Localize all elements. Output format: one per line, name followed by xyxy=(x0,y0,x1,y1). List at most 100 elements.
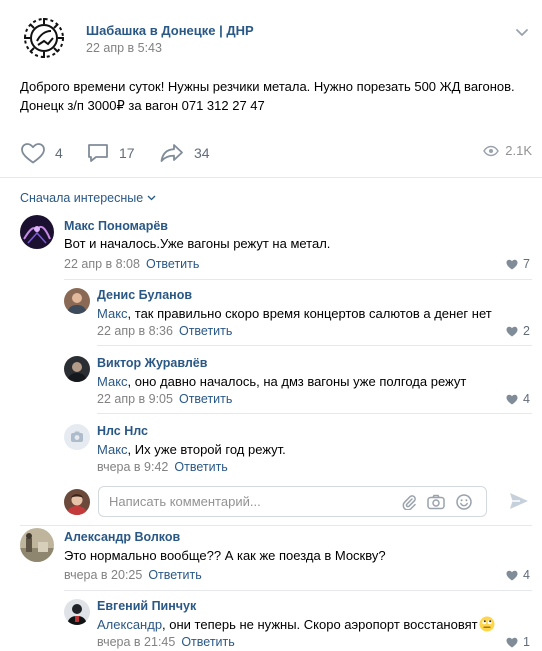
comment: Макс Пономарёв Вот и началось.Уже вагоны… xyxy=(20,215,532,275)
wall-post: Шабашка в Донецке | ДНР 22 апр в 5:43 До… xyxy=(0,0,542,651)
comment-like-count: 1 xyxy=(523,635,530,649)
avatar[interactable] xyxy=(64,424,90,450)
avatar xyxy=(64,489,90,515)
reply-comment: Денис Буланов Макс, так правильно скоро … xyxy=(64,285,532,341)
avatar[interactable] xyxy=(20,528,54,562)
comment-meta: 22 апр в 9:05 Ответить xyxy=(97,392,232,406)
reply-link[interactable]: Ответить xyxy=(174,460,227,474)
comment-text-body: , они теперь не нужны. Скоро аэропорт во… xyxy=(162,617,478,632)
comment-meta: вчера в 21:45 Ответить xyxy=(97,635,235,649)
comment-date[interactable]: 22 апр в 9:05 xyxy=(97,392,173,406)
comment-author[interactable]: Денис Буланов xyxy=(97,288,192,302)
reply-to-link[interactable]: Макс xyxy=(97,374,128,389)
divider xyxy=(0,177,542,178)
comment-author[interactable]: Макс Пономарёв xyxy=(64,219,168,233)
divider xyxy=(20,525,532,526)
comment-button[interactable]: 17 xyxy=(86,140,135,166)
reply-comment: Нлс Нлс Макс, Их уже второй год режут. в… xyxy=(64,421,532,477)
heart-icon xyxy=(506,259,518,269)
comment-date[interactable]: вчера в 21:45 xyxy=(97,635,175,649)
send-icon[interactable] xyxy=(508,490,530,515)
comment-like-button[interactable]: 2 xyxy=(506,324,530,338)
comment-like-count: 4 xyxy=(523,392,530,406)
comment: Александр Волков Это нормально вообще?? … xyxy=(20,528,532,588)
comment-icon xyxy=(88,144,108,162)
reply-to-link[interactable]: Макс xyxy=(97,306,128,321)
post-header: Шабашка в Донецке | ДНР 22 апр в 5:43 xyxy=(20,14,532,62)
comment-author[interactable]: Виктор Журавлёв xyxy=(97,356,207,370)
comment-text-body: , оно давно началось, на дмз вагоны уже … xyxy=(127,374,467,389)
group-name-link[interactable]: Шабашка в Донецке | ДНР xyxy=(86,23,254,38)
post-text-line: Доброго времени суток! Нужны резчики мет… xyxy=(20,79,515,94)
comment-sort-label: Сначала интересные xyxy=(20,191,144,205)
comment-text-body: , Их уже второй год режут. xyxy=(127,442,286,457)
reply-comment: Виктор Журавлёв Макс, оно давно началось… xyxy=(64,353,532,409)
reply-link[interactable]: Ответить xyxy=(179,324,232,338)
reply-to-link[interactable]: Александр xyxy=(97,617,162,632)
comment-text-body: , так правильно скоро время концертов са… xyxy=(127,306,492,321)
reply-link[interactable]: Ответить xyxy=(179,392,232,406)
group-avatar[interactable] xyxy=(20,14,68,62)
avatar[interactable] xyxy=(20,215,54,249)
comment-date[interactable]: 22 апр в 8:08 xyxy=(64,257,140,271)
reply-form xyxy=(64,485,542,519)
avatar[interactable] xyxy=(64,288,90,314)
eye-icon xyxy=(483,145,500,156)
avatar[interactable] xyxy=(64,599,90,625)
divider xyxy=(97,413,532,414)
comment-like-button[interactable]: 4 xyxy=(506,392,530,406)
heart-icon xyxy=(506,637,518,647)
heart-icon xyxy=(506,394,518,404)
post-timestamp[interactable]: 22 апр в 5:43 xyxy=(86,41,162,55)
like-count: 4 xyxy=(55,145,63,161)
comment-text: Макс, оно давно началось, на дмз вагоны … xyxy=(97,374,466,389)
smile-icon[interactable] xyxy=(456,494,472,513)
avatar[interactable] xyxy=(64,356,90,382)
post-text: Доброго времени суток! Нужны резчики мет… xyxy=(20,77,535,115)
comment-text: Александр, они теперь не нужны. Скоро аэ… xyxy=(97,616,495,635)
comment-date[interactable]: вчера в 20:25 xyxy=(64,568,142,582)
rolling-eyes-emoji-icon xyxy=(479,616,495,635)
comment-text: Вот и началось.Уже вагоны режут на метал… xyxy=(64,236,331,251)
comment-meta: 22 апр в 8:08 Ответить xyxy=(64,257,199,271)
comment-author[interactable]: Нлс Нлс xyxy=(97,424,148,438)
reply-link[interactable]: Ответить xyxy=(181,635,234,649)
share-count: 34 xyxy=(194,145,210,161)
attach-icon[interactable] xyxy=(401,494,417,513)
divider xyxy=(97,345,532,346)
comment-text: Макс, так правильно скоро время концерто… xyxy=(97,306,492,321)
comment-like-button[interactable]: 1 xyxy=(506,635,530,649)
reply-link[interactable]: Ответить xyxy=(148,568,201,582)
comment-date[interactable]: вчера в 9:42 xyxy=(97,460,168,474)
comment-like-button[interactable]: 4 xyxy=(506,568,530,582)
comment-sort-dropdown[interactable]: Сначала интересные xyxy=(20,191,156,205)
views-counter: 2.1K xyxy=(483,143,532,158)
camera-icon[interactable] xyxy=(427,494,445,513)
post-text-line: Донецк з/п 3000₽ за вагон 071 312 27 47 xyxy=(20,98,265,113)
comment-like-count: 4 xyxy=(523,568,530,582)
camera-icon xyxy=(71,431,83,442)
chevron-down-icon[interactable] xyxy=(514,24,530,40)
share-icon xyxy=(160,144,183,162)
reply-to-link[interactable]: Макс xyxy=(97,442,128,457)
comment-date[interactable]: 22 апр в 8:36 xyxy=(97,324,173,338)
reply-link[interactable]: Ответить xyxy=(146,257,199,271)
comment-text: Макс, Их уже второй год режут. xyxy=(97,442,286,457)
comment-meta: вчера в 9:42 Ответить xyxy=(97,460,228,474)
heart-icon xyxy=(506,570,518,580)
divider xyxy=(64,279,532,280)
comment-author[interactable]: Евгений Пинчук xyxy=(97,599,196,613)
like-button[interactable]: 4 xyxy=(20,140,63,166)
comment-meta: вчера в 20:25 Ответить xyxy=(64,568,202,582)
share-button[interactable]: 34 xyxy=(159,140,210,166)
comment-text: Это нормально вообще?? А как же поезда в… xyxy=(64,548,386,563)
heart-icon xyxy=(506,326,518,336)
chevron-down-icon xyxy=(147,195,156,201)
comment-count: 17 xyxy=(119,145,135,161)
post-actions: 4 17 34 2.1K xyxy=(20,140,532,166)
comment-like-count: 2 xyxy=(523,324,530,338)
comment-author[interactable]: Александр Волков xyxy=(64,530,180,544)
comment-like-button[interactable]: 7 xyxy=(506,257,530,271)
reply-comment: Евгений Пинчук Александр, они теперь не … xyxy=(64,597,532,651)
heart-icon xyxy=(21,143,45,164)
